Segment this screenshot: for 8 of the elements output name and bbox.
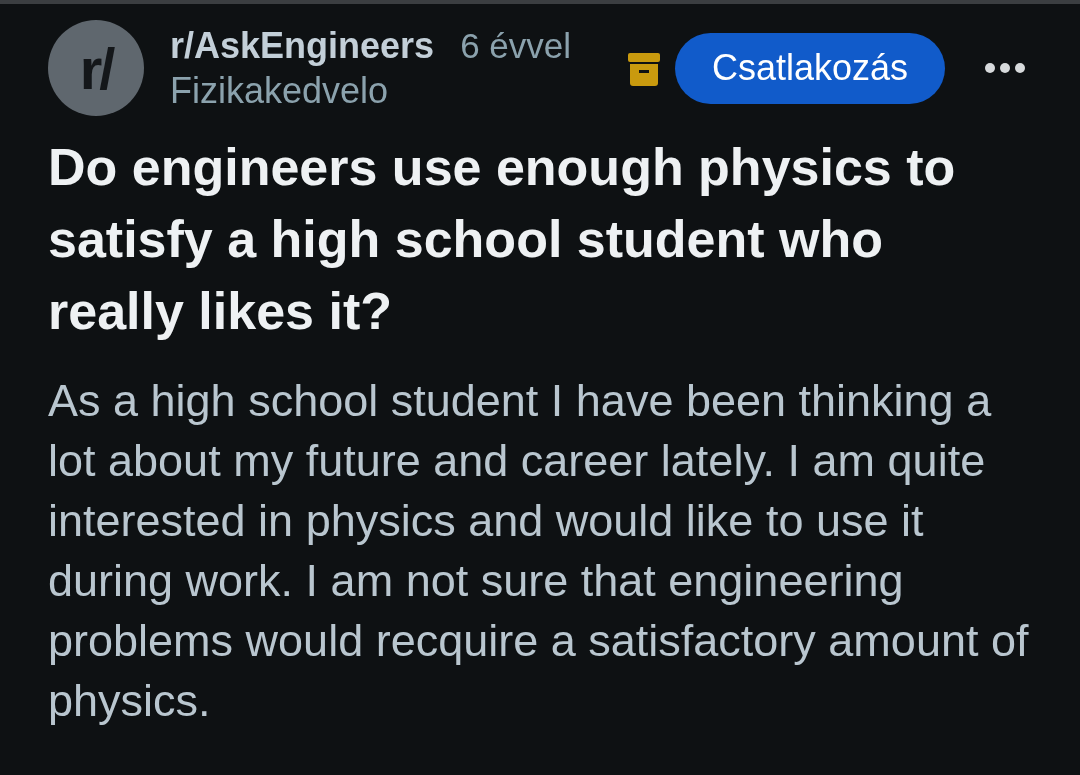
author-link[interactable]: Fizikakedvelo	[170, 68, 389, 113]
post-body: As a high school student I have been thinking a lot about my future and career lately. I am quite interested in physics and would like to use it during work. I am not sure that engineering problems would recquire a satisfactory amount of physics.	[48, 374, 1030, 728]
post-age: 6 évvel	[460, 25, 572, 67]
subreddit-link[interactable]: r/AskEngineers	[170, 23, 435, 68]
more-icon	[985, 63, 1025, 73]
join-button[interactable]: Csatlakozás	[674, 32, 945, 104]
post-title: Do engineers use enough physics to satisfy a high school student who really likes it?	[48, 137, 957, 342]
more-options-button[interactable]	[985, 63, 1025, 73]
